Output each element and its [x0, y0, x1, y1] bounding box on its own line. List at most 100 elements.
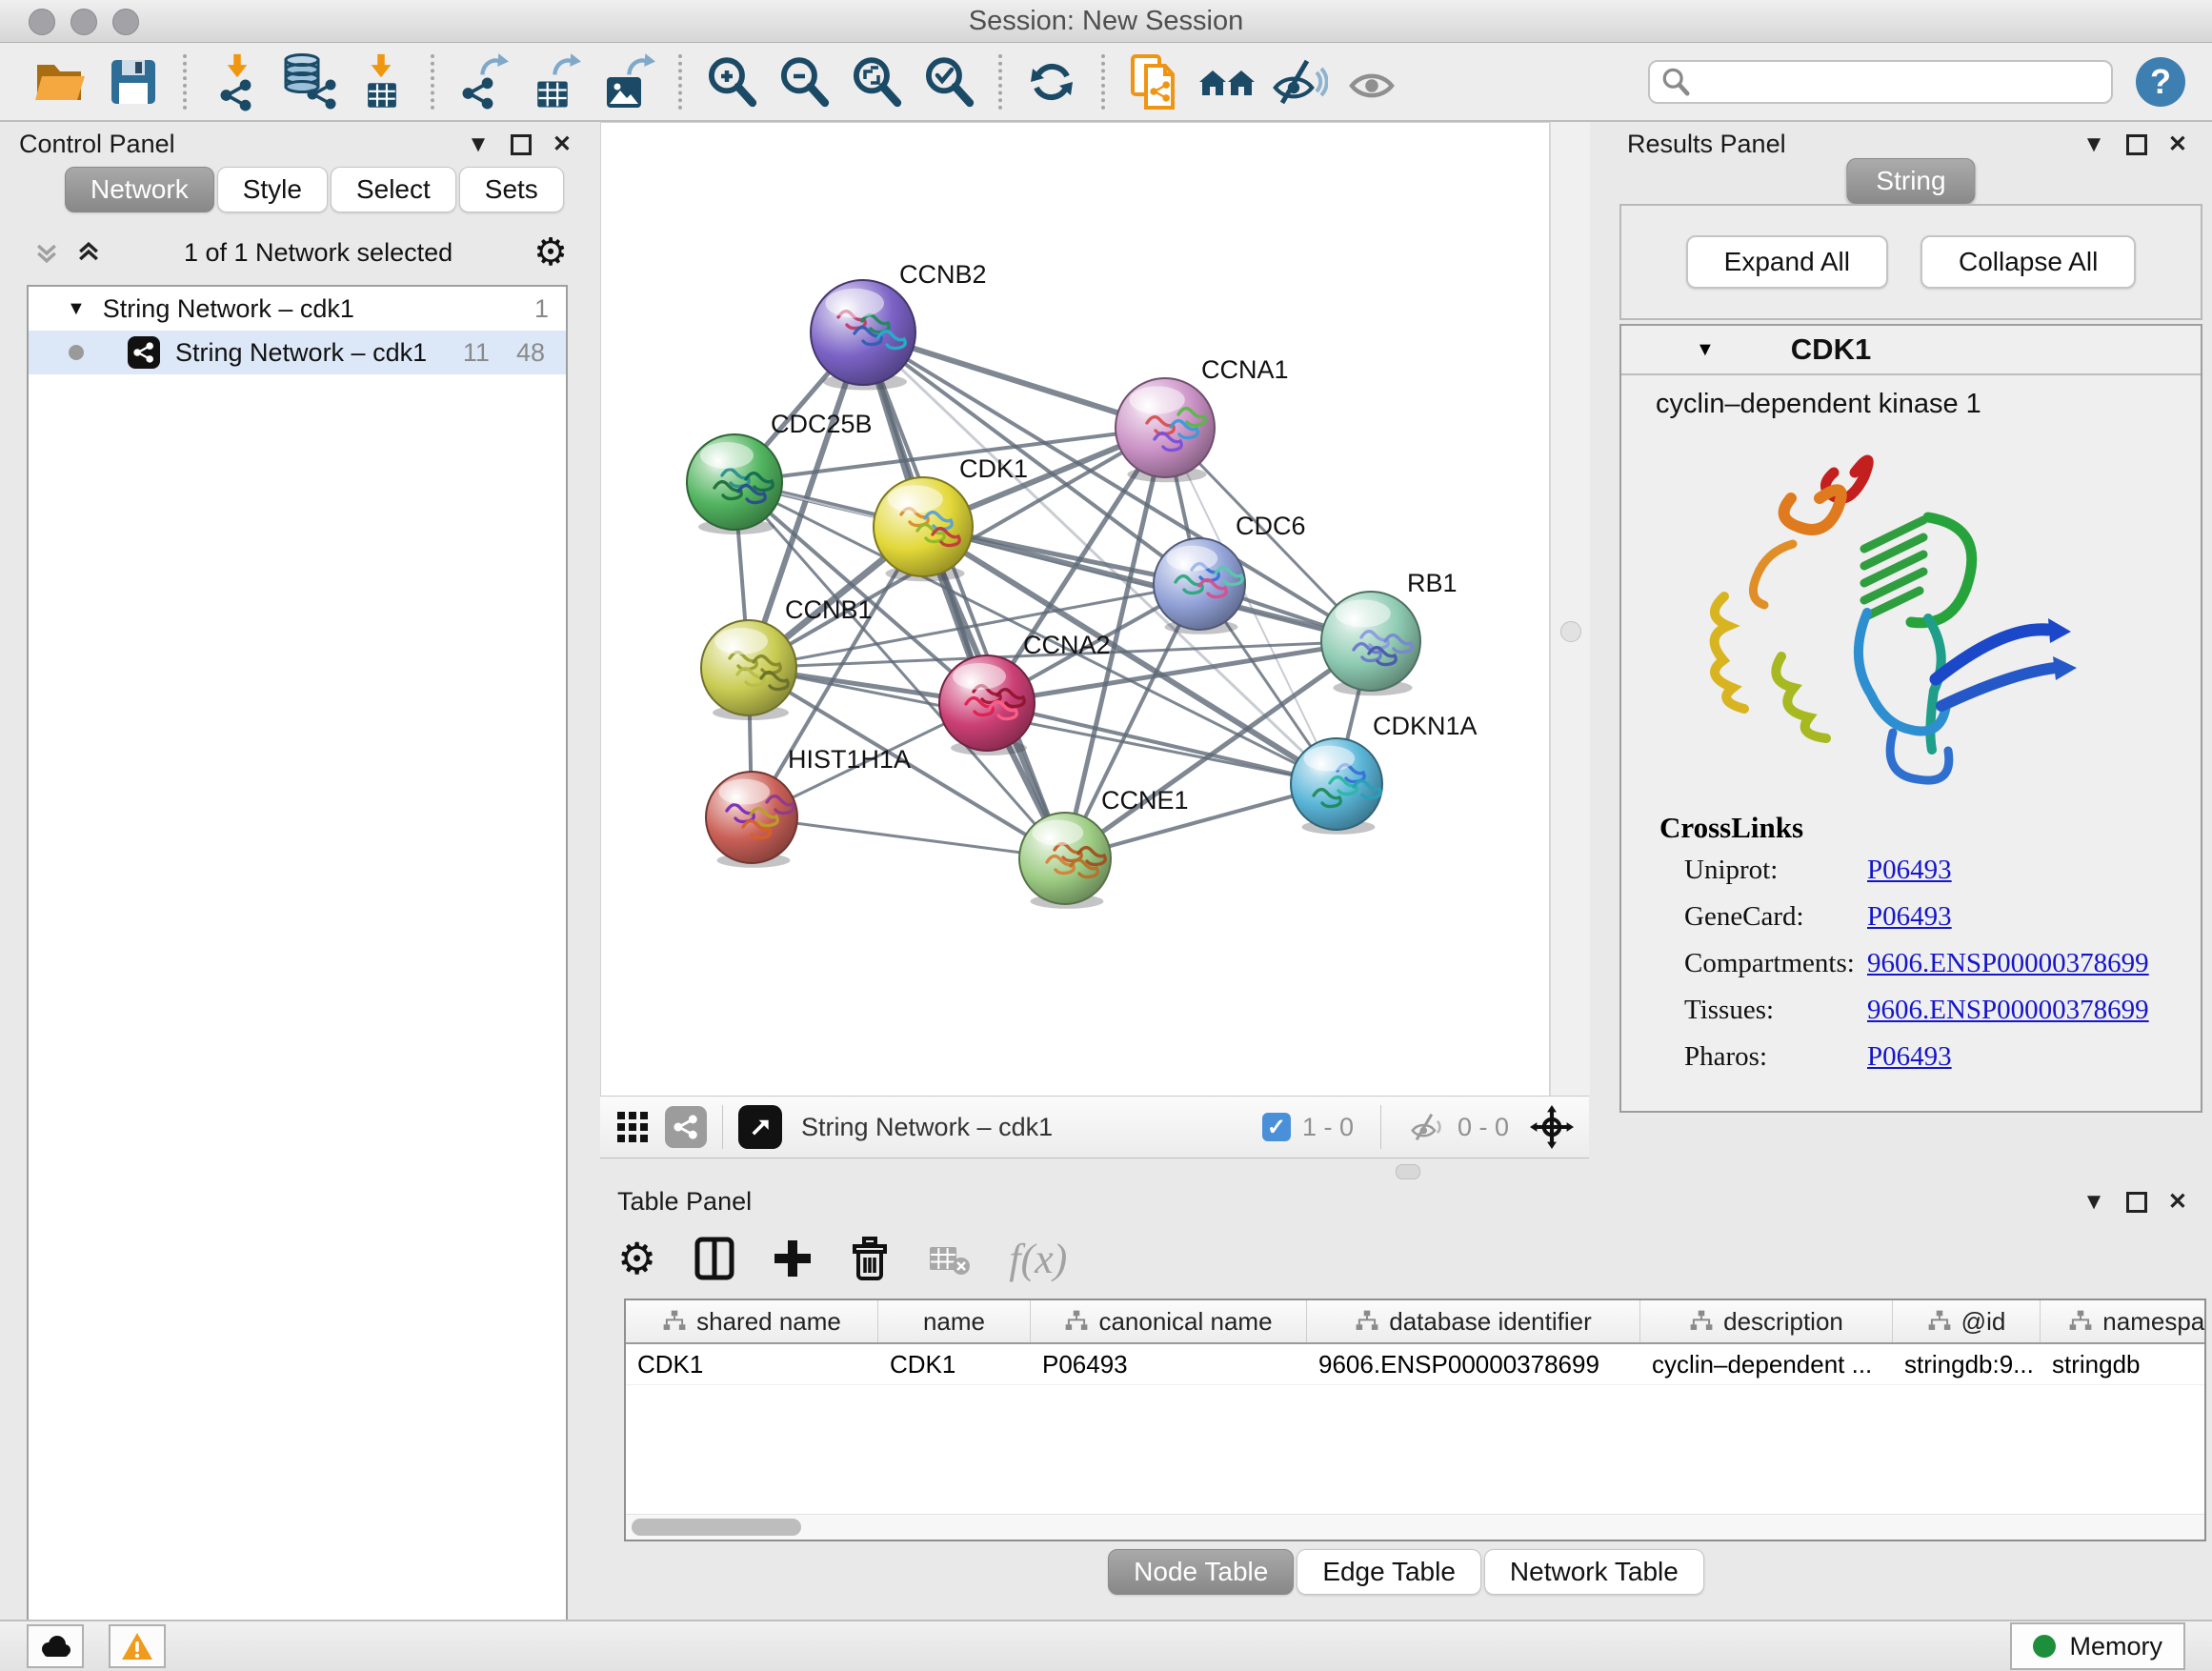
column-header[interactable]: shared name: [626, 1300, 878, 1342]
network-collection-row[interactable]: ▼ String Network – cdk1 1: [29, 287, 566, 331]
node-table[interactable]: shared namenamecanonical namedatabase id…: [624, 1299, 2206, 1541]
column-header[interactable]: description: [1640, 1300, 1893, 1342]
open-session-button[interactable]: [25, 50, 97, 113]
import-table-file-button[interactable]: [345, 50, 417, 113]
zoom-out-icon: [776, 54, 832, 110]
zoom-selected-button[interactable]: [913, 50, 985, 113]
search-input[interactable]: [1690, 66, 2111, 97]
save-session-button[interactable]: [97, 50, 170, 113]
table-cell[interactable]: P06493: [1031, 1344, 1307, 1384]
export-network-button[interactable]: [448, 50, 520, 113]
tab-sets[interactable]: Sets: [459, 167, 564, 212]
node-gloss: [953, 663, 1006, 690]
scrollbar-thumb[interactable]: [632, 1519, 801, 1536]
import-network-database-button[interactable]: [272, 50, 345, 113]
birdseye-view-icon[interactable]: [738, 1105, 782, 1149]
panel-float-icon[interactable]: ▼: [2082, 133, 2105, 156]
crosslink-label: Tissues:: [1684, 995, 1867, 1026]
toolbar-search[interactable]: [1648, 60, 2113, 104]
horizontal-scrollbar[interactable]: [626, 1514, 2204, 1540]
delete-column-trash-icon[interactable]: [851, 1237, 889, 1280]
memory-button[interactable]: Memory: [2010, 1622, 2185, 1670]
tab-network-table[interactable]: Network Table: [1484, 1549, 1704, 1595]
hide-selection-button[interactable]: [1263, 50, 1336, 113]
cloud-status-button[interactable]: [27, 1624, 84, 1668]
table-options-gear-icon[interactable]: ⚙: [617, 1237, 656, 1280]
network-view-share-icon[interactable]: [665, 1106, 707, 1148]
table-cell[interactable]: stringdb: [2041, 1344, 2206, 1384]
canvas-splitter[interactable]: [1550, 122, 1590, 1096]
network-edge[interactable]: [752, 817, 1065, 858]
warnings-button[interactable]: [109, 1624, 166, 1668]
crosslink-link[interactable]: P06493: [1867, 901, 1952, 933]
zoom-selected-icon: [921, 54, 976, 110]
crosslink-row: GeneCard:P06493: [1684, 901, 2201, 933]
column-header[interactable]: @id: [1893, 1300, 2041, 1342]
delete-table-icon[interactable]: [927, 1239, 971, 1278]
horizontal-splitter-handle[interactable]: [1396, 1164, 1420, 1179]
tab-style[interactable]: Style: [217, 167, 328, 212]
gene-collapse-icon[interactable]: ▼: [1696, 339, 1715, 361]
function-builder-icon[interactable]: f(x): [1009, 1235, 1067, 1283]
collapse-all-button[interactable]: Collapse All: [1920, 235, 2136, 289]
selected-nodes-checkbox[interactable]: ✓: [1262, 1113, 1291, 1141]
panel-float-icon[interactable]: ▼: [467, 133, 490, 156]
import-network-file-button[interactable]: [200, 50, 272, 113]
show-columns-icon[interactable]: [694, 1237, 734, 1280]
export-image-button[interactable]: [593, 50, 665, 113]
panel-close-icon[interactable]: ✕: [2168, 133, 2187, 156]
table-cell[interactable]: CDK1: [626, 1344, 878, 1384]
create-column-plus-icon[interactable]: [773, 1238, 813, 1278]
title-bar[interactable]: Session: New Session: [0, 0, 2212, 43]
network-edge[interactable]: [987, 703, 1337, 784]
tab-select[interactable]: Select: [331, 167, 456, 212]
hidden-eye-slash-icon[interactable]: [1408, 1111, 1446, 1143]
column-header[interactable]: database identifier: [1307, 1300, 1640, 1342]
tab-string[interactable]: String: [1846, 158, 1975, 204]
crosslink-link[interactable]: 9606.ENSP00000378699: [1867, 948, 2149, 979]
gene-description: cyclin–dependent kinase 1: [1656, 389, 2201, 420]
network-options-gear-icon[interactable]: ⚙: [533, 233, 568, 272]
table-cell[interactable]: CDK1: [878, 1344, 1031, 1384]
network-row[interactable]: String Network – cdk1 11 48: [29, 331, 566, 374]
tab-edge-table[interactable]: Edge Table: [1297, 1549, 1481, 1595]
new-network-from-selection-button[interactable]: [1118, 50, 1191, 113]
column-header[interactable]: canonical name: [1031, 1300, 1307, 1342]
expand-all-networks-icon[interactable]: [74, 239, 103, 266]
apply-layout-button[interactable]: [1016, 50, 1088, 113]
tab-network[interactable]: Network: [65, 167, 214, 212]
panel-maximize-icon[interactable]: [511, 134, 532, 155]
zoom-in-button[interactable]: [695, 50, 768, 113]
splitter-handle[interactable]: [1560, 621, 1581, 642]
panel-maximize-icon[interactable]: [2126, 134, 2147, 155]
table-row[interactable]: CDK1CDK1P064939606.ENSP00000378699cyclin…: [626, 1344, 2204, 1385]
collapse-all-networks-icon[interactable]: [32, 239, 61, 266]
table-cell[interactable]: cyclin–dependent ...: [1640, 1344, 1893, 1384]
table-cell[interactable]: 9606.ENSP00000378699: [1307, 1344, 1640, 1384]
help-button[interactable]: ?: [2136, 57, 2185, 107]
panel-close-icon[interactable]: ✕: [2168, 1191, 2187, 1214]
table-cell[interactable]: stringdb:9...: [1893, 1344, 2041, 1384]
pan-crosshair-icon[interactable]: [1530, 1105, 1574, 1149]
collection-count: 1: [534, 294, 549, 324]
zoom-fit-button[interactable]: [840, 50, 913, 113]
network-canvas[interactable]: CCNB2CCNA1CDC25BCDK1CDC6RB1CCNB1CCNA2CDK…: [600, 122, 1550, 1097]
string-network-graph[interactable]: CCNB2CCNA1CDC25BCDK1CDC6RB1CCNB1CCNA2CDK…: [601, 123, 1549, 1097]
show-all-button[interactable]: [1336, 50, 1408, 113]
first-neighbors-button[interactable]: [1191, 50, 1263, 113]
export-table-button[interactable]: [520, 50, 593, 113]
column-header[interactable]: namespace: [2041, 1300, 2206, 1342]
tab-node-table[interactable]: Node Table: [1108, 1549, 1294, 1595]
column-header[interactable]: name: [878, 1300, 1031, 1342]
grid-view-icon[interactable]: [615, 1110, 650, 1144]
crosslink-link[interactable]: 9606.ENSP00000378699: [1867, 995, 2149, 1026]
collection-expand-icon[interactable]: ▼: [67, 298, 86, 320]
crosslink-link[interactable]: P06493: [1867, 1041, 1952, 1073]
expand-all-button[interactable]: Expand All: [1686, 235, 1888, 289]
panel-maximize-icon[interactable]: [2126, 1192, 2147, 1213]
panel-close-icon[interactable]: ✕: [553, 133, 572, 156]
panel-float-icon[interactable]: ▼: [2082, 1191, 2105, 1214]
collection-name: String Network – cdk1: [103, 294, 354, 324]
zoom-out-button[interactable]: [768, 50, 840, 113]
crosslink-link[interactable]: P06493: [1867, 855, 1952, 886]
